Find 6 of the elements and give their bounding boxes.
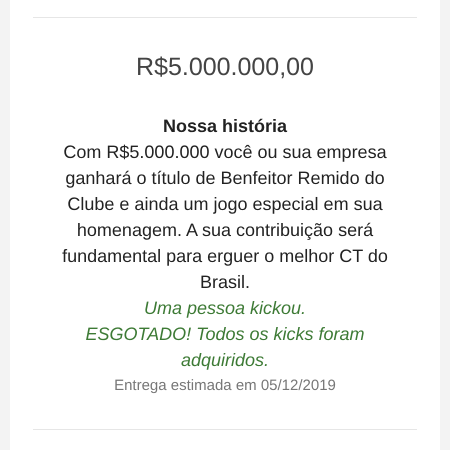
reward-price: R$5.000.000,00 (136, 53, 314, 82)
delivery-date: Entrega estimada em 05/12/2019 (114, 376, 336, 396)
reward-description: Com R$5.000.000 você ou sua empresa ganhará o título de Benfeitor Remido do Clube e ainda um jogo especial em sua homenagem. A sua contribuição será fundamental para erguer o melhor CT do Brasil. (61, 141, 389, 294)
backers-count: Uma pessoa kickou. (142, 297, 308, 320)
reward-title: Nossa história (162, 116, 288, 137)
sold-out-notice: ESGOTADO! Todos os kicks foram adquiridos. (84, 323, 366, 372)
